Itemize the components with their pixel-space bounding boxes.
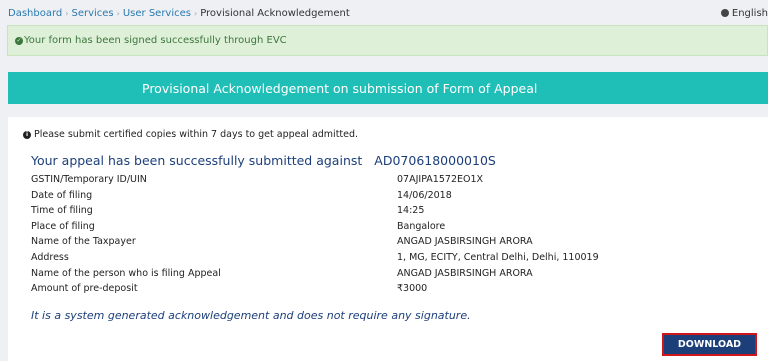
page-title: Provisional Acknowledgement on submissio… — [142, 80, 538, 96]
detail-value: 1, MG, ECITY, Central Delhi, Delhi, 1100… — [397, 251, 599, 263]
detail-label: Address — [31, 251, 69, 263]
detail-label: Name of the Taxpayer — [31, 236, 136, 248]
page-title-banner: Provisional Acknowledgement on submissio… — [8, 72, 768, 104]
detail-value: ANGAD JASBIRSINGH ARORA — [397, 236, 533, 248]
detail-value: ₹3000 — [397, 283, 428, 295]
system-generated-note: It is a system generated acknowledgement… — [31, 309, 471, 322]
success-alert-text: Your form has been signed successfully t… — [24, 35, 287, 46]
breadcrumb-services-link[interactable]: Services — [71, 8, 113, 19]
info-note-text: Please submit certified copies within 7 … — [34, 129, 359, 140]
detail-label: Place of filing — [31, 220, 95, 232]
detail-label: Time of filing — [31, 205, 93, 217]
info-icon: i — [23, 130, 31, 139]
language-label: English — [731, 7, 768, 19]
submission-heading-text: Your appeal has been successfully submit… — [31, 153, 363, 168]
detail-value: 07AJIPA1572EO1X — [397, 174, 484, 185]
detail-value: ANGAD JASBIRSINGH ARORA — [397, 267, 533, 279]
submission-heading: Your appeal has been successfully submit… — [31, 153, 496, 168]
check-circle-icon: ✓ — [15, 36, 23, 45]
breadcrumb-separator-icon: › — [65, 8, 69, 18]
breadcrumb-user-services-link[interactable]: User Services — [123, 8, 191, 19]
success-alert: ✓ Your form has been signed successfully… — [7, 25, 768, 56]
detail-value: 14:25 — [397, 205, 425, 217]
detail-label: GSTIN/Temporary ID/UIN — [31, 174, 147, 185]
info-note: i Please submit certified copies within … — [23, 129, 358, 140]
detail-value: Bangalore — [397, 220, 446, 232]
breadcrumb-separator-icon: › — [116, 8, 120, 18]
download-button[interactable]: DOWNLOAD — [662, 333, 757, 356]
breadcrumb-current: Provisional Acknowledgement — [200, 7, 350, 19]
language-selector[interactable]: English — [720, 6, 768, 20]
detail-value: 14/06/2018 — [397, 189, 452, 201]
globe-icon — [720, 9, 729, 17]
breadcrumb-separator-icon: › — [193, 8, 198, 18]
detail-label: Name of the person who is filing Appeal — [31, 267, 221, 279]
detail-label: Date of filing — [31, 189, 93, 201]
breadcrumb-dashboard-link[interactable]: Dashboard — [8, 8, 62, 19]
detail-label: Amount of pre-deposit — [31, 283, 138, 295]
appeal-reference-number: AD070618000010S — [374, 153, 496, 168]
breadcrumb: Dashboard › Services › User Services › P… — [8, 6, 350, 20]
